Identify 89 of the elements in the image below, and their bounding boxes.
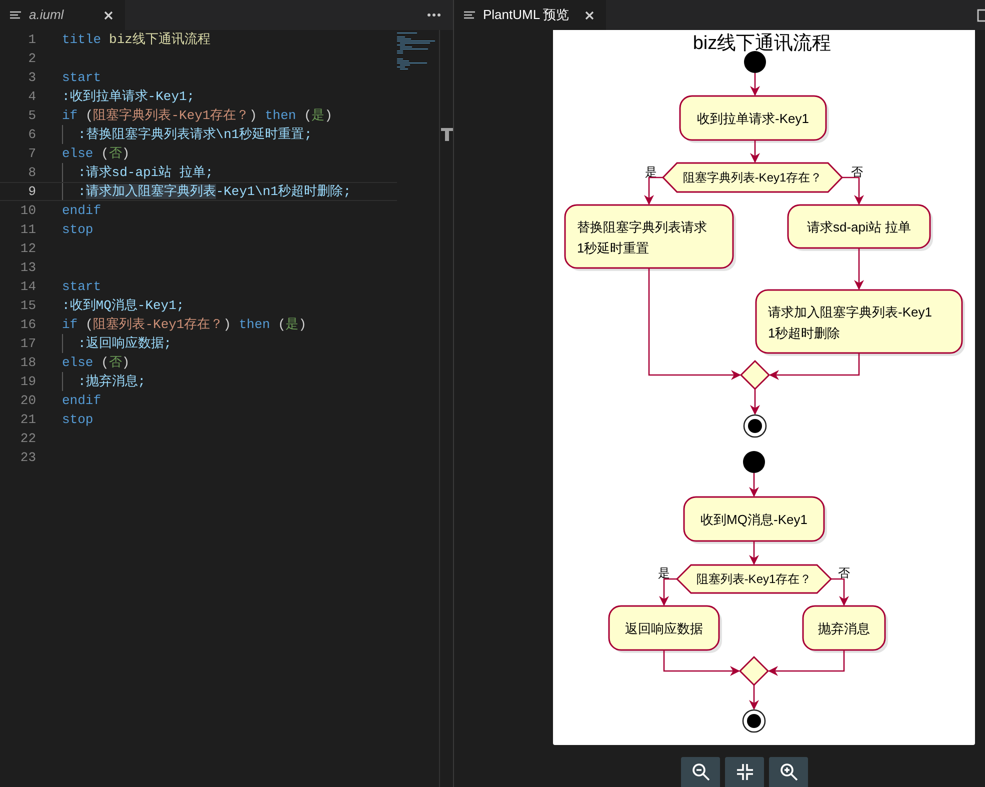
connector-arrow — [750, 73, 760, 96]
code-line: stop — [62, 410, 94, 429]
minimap-drawing[interactable] — [397, 32, 438, 72]
line-number: 18 — [19, 354, 36, 372]
line-number: 9 — [27, 182, 36, 201]
code-line: :抛弃消息; — [78, 372, 146, 391]
zoom-out-icon — [692, 763, 710, 781]
zoom-out-button[interactable] — [681, 757, 720, 787]
line-number: 21 — [19, 410, 36, 429]
line-number: 19 — [19, 372, 36, 391]
more-icon[interactable] — [427, 13, 441, 17]
code-line: :收到MQ消息-Key1; — [62, 296, 184, 315]
code-line: endif — [62, 202, 102, 220]
connector-arrow — [842, 176, 864, 205]
merge-node — [740, 360, 770, 390]
close-icon[interactable] — [104, 10, 113, 20]
activity-node: 请求sd-api站 拉单 — [787, 204, 933, 251]
activity-node: 抛弃消息 — [802, 605, 888, 653]
code-line: if (阻塞字典列表-Key1存在？) then (是) — [62, 106, 332, 125]
line-number: 6 — [27, 126, 36, 144]
connector-arrow — [854, 248, 864, 290]
diagram-title: biz线下通讯流程 — [692, 33, 832, 54]
line-number: 20 — [19, 392, 36, 410]
line-number: 14 — [19, 278, 36, 296]
tab-title: a.iuml — [29, 6, 64, 24]
line-number: 15 — [19, 296, 36, 315]
code-line: :请求sd-api站 拉单; — [78, 164, 214, 182]
line-number: 7 — [27, 144, 36, 163]
code-line: else (否) — [62, 354, 130, 372]
code-line: else (否) — [62, 144, 130, 163]
tab-title: PlantUML 预览 — [483, 6, 570, 24]
zoom-in-button[interactable] — [769, 757, 808, 787]
end-node — [742, 709, 766, 733]
code-line: stop — [62, 220, 94, 239]
line-number: 11 — [19, 220, 36, 239]
end-node — [743, 414, 767, 438]
line-number: 2 — [27, 50, 36, 68]
close-icon[interactable] — [585, 10, 594, 20]
code-line: :收到拉单请求-Key1; — [62, 88, 195, 106]
line-number: 16 — [19, 316, 36, 334]
connector-arrow — [644, 176, 663, 205]
line-number: 10 — [19, 202, 36, 220]
connector-arrow — [750, 389, 760, 415]
code-line: title biz线下通讯流程 — [62, 30, 210, 49]
branch-label: 是 — [658, 566, 670, 580]
line-number: 12 — [19, 240, 36, 258]
start-node — [743, 451, 765, 473]
code-line: endif — [62, 392, 102, 410]
zoom-in-icon — [780, 763, 798, 781]
line-number: 1 — [27, 30, 36, 49]
editor-tab[interactable]: a.iuml — [0, 0, 125, 30]
line-number: 4 — [27, 88, 36, 106]
code-line: start — [62, 68, 102, 87]
line-number: 8 — [27, 164, 36, 182]
connector-arrow — [750, 140, 760, 163]
lines-icon — [10, 10, 21, 20]
line-number: 17 — [19, 334, 36, 353]
activity-node: 收到拉单请求-Key1 — [679, 95, 829, 143]
connector-arrow — [831, 578, 849, 606]
code-line: start — [62, 278, 102, 296]
line-number: 5 — [27, 106, 36, 125]
line-number: 13 — [19, 258, 36, 277]
editor-tab[interactable]: PlantUML 预览 — [454, 0, 606, 30]
connector-arrow — [749, 685, 759, 710]
connector-arrow — [749, 541, 759, 565]
fit-button[interactable] — [725, 757, 764, 787]
branch-label: 否 — [838, 566, 850, 580]
start-node — [744, 51, 766, 73]
activity-node: 请求加入阻塞字典列表-Key1 1秒超时删除 — [755, 289, 965, 356]
activity-node: 返回响应数据 — [608, 605, 722, 653]
connector-arrow — [749, 473, 759, 497]
code-line: if (阻塞列表-Key1存在？) then (是) — [62, 316, 306, 334]
activity-node: 替换阻塞字典列表请求 1秒延时重置 — [564, 204, 736, 271]
line-number: 22 — [19, 430, 36, 448]
activity-node: 收到MQ消息-Key1 — [683, 496, 827, 544]
line-number: 23 — [19, 448, 36, 467]
connector-arrow — [659, 578, 677, 606]
decision-node: 阻塞字典列表-Key1存在？ — [662, 162, 844, 193]
line-number: 3 — [27, 68, 36, 87]
split-editor-icon[interactable] — [977, 8, 985, 22]
code-line: :替换阻塞字典列表请求\n1秒延时重置; — [78, 126, 312, 144]
branch-label: 否 — [851, 165, 863, 179]
collapse-icon — [736, 764, 752, 780]
decision-node: 阻塞列表-Key1存在？ — [676, 564, 832, 594]
code-line: :请求加入阻塞字典列表-Key1\n1秒超时删除; — [78, 182, 352, 201]
lines-icon — [464, 10, 475, 20]
code-line: :返回响应数据; — [78, 334, 172, 353]
overview-ruler-marker — [441, 128, 453, 141]
merge-node — [738, 656, 770, 686]
